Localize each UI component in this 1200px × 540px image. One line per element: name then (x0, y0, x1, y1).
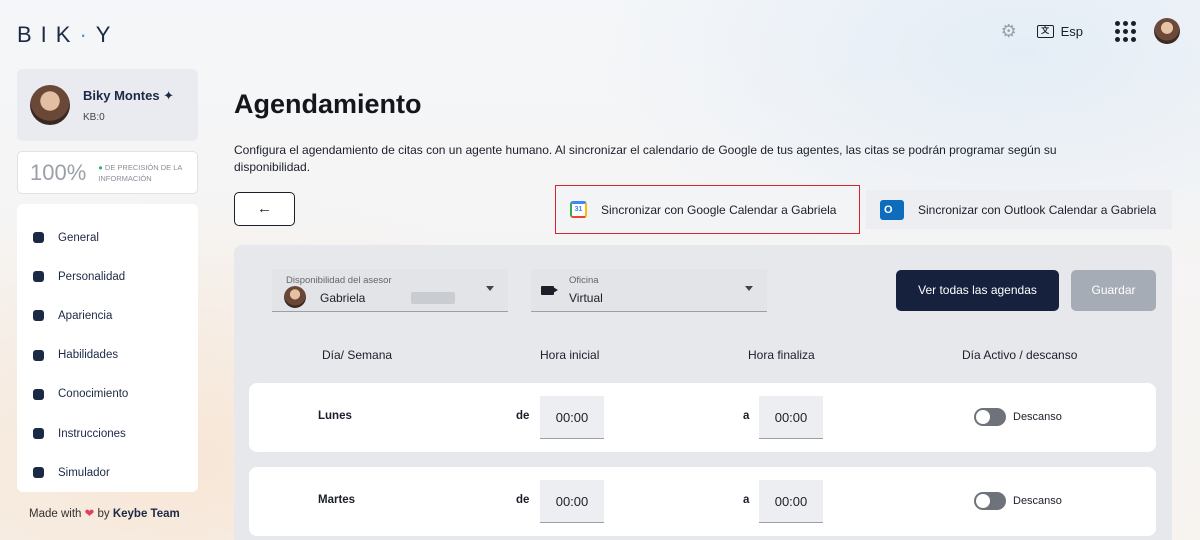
user-avatar[interactable] (1154, 18, 1180, 44)
sidebar-item-conocimiento[interactable]: Conocimiento (17, 375, 198, 414)
schedule-panel: Disponibilidad del asesor Gabriela Ofici… (234, 245, 1172, 540)
outlook-icon: O (880, 199, 904, 220)
sidebar-item-label: General (58, 231, 99, 244)
sidebar-item-label: Instrucciones (58, 427, 126, 440)
sidebar-item-label: Personalidad (58, 270, 126, 283)
team-name: Keybe Team (112, 508, 180, 520)
advisor-select-label: Disponibilidad del asesor (286, 275, 392, 286)
table-row: Lunes de 00:00 a 00:00 Descanso (249, 383, 1156, 452)
office-select-value: Virtual (569, 291, 603, 305)
precision-label: ● DE PRECISIÓN DE LA INFORMACIÓN (98, 162, 183, 183)
sidebar-menu: General Personalidad Apariencia Habilida… (17, 204, 198, 492)
sidebar-item-instrucciones[interactable]: Instrucciones (17, 414, 198, 453)
to-label: a (743, 410, 750, 422)
start-time-input[interactable]: 00:00 (540, 396, 604, 439)
table-row: Martes de 00:00 a 00:00 Descanso (249, 467, 1156, 536)
sidebar-item-general[interactable]: General (17, 218, 198, 257)
header-start: Hora inicial (540, 348, 600, 362)
to-label: a (743, 494, 750, 506)
google-calendar-icon: 31 (570, 201, 587, 218)
end-time-input[interactable]: 00:00 (759, 480, 823, 523)
view-all-agendas-button[interactable]: Ver todas las agendas (896, 270, 1059, 311)
agent-avatar (30, 85, 70, 125)
agent-name: Biky Montes ✦ (83, 87, 175, 103)
advisor-select[interactable]: Disponibilidad del asesor Gabriela (272, 269, 508, 312)
day-name: Martes (318, 494, 356, 506)
back-button[interactable]: ← (234, 192, 295, 226)
blurred-surname (411, 292, 455, 304)
gear-badge-icon (33, 349, 44, 361)
chevron-down-icon (745, 286, 753, 291)
end-time-input[interactable]: 00:00 (759, 396, 823, 439)
page-title: Agendamiento (234, 89, 422, 119)
glasses-icon (33, 310, 44, 322)
sync-outlook-calendar-button[interactable]: O Sincronizar con Outlook Calendar a Gab… (866, 190, 1172, 229)
translate-icon: 文 (1036, 24, 1054, 38)
apps-grid-icon[interactable] (1115, 20, 1136, 42)
language-selector[interactable]: 文 Esp (1036, 23, 1083, 39)
biky-logo[interactable]: BIK·Y (17, 22, 119, 48)
masks-icon (33, 271, 44, 283)
header-end: Hora finaliza (748, 348, 815, 362)
precision-value: 100% (30, 159, 87, 185)
from-label: de (516, 494, 530, 506)
logo-dot: · (79, 22, 96, 47)
settings-gear-icon[interactable]: ⚙ (1001, 22, 1019, 40)
made-with-footer: Made with ❤ by Keybe Team (29, 508, 180, 520)
office-select[interactable]: Oficina Virtual (531, 269, 767, 312)
brain-icon (33, 388, 44, 400)
office-select-label: Oficina (569, 275, 599, 286)
day-name: Lunes (318, 410, 352, 422)
sidebar-item-label: Conocimiento (58, 388, 129, 401)
active-toggle[interactable] (974, 492, 1006, 510)
sync-google-calendar-button[interactable]: 31 Sincronizar con Google Calendar a Gab… (555, 185, 860, 234)
sync-google-label: Sincronizar con Google Calendar a Gabrie… (601, 202, 837, 217)
route-icon (33, 428, 44, 440)
sidebar-item-label: Habilidades (58, 349, 119, 362)
heart-icon: ❤ (84, 508, 95, 520)
precision-card: 100% ● DE PRECISIÓN DE LA INFORMACIÓN (17, 151, 198, 194)
active-toggle[interactable] (974, 408, 1006, 426)
sidebar-item-label: Apariencia (58, 309, 113, 322)
agent-kb: KB:0 (83, 111, 105, 123)
header-day: Día/ Semana (322, 348, 393, 362)
sidebar-item-label: Simulador (58, 466, 110, 479)
agent-profile-card[interactable]: Biky Montes ✦ KB:0 (17, 69, 198, 141)
sidebar-item-habilidades[interactable]: Habilidades (17, 336, 198, 375)
advisor-avatar (284, 286, 306, 308)
precision-dot-icon: ● (98, 162, 105, 172)
video-camera-icon (541, 286, 554, 295)
sidebar-item-apariencia[interactable]: Apariencia (17, 296, 198, 335)
day-status: Descanso (1013, 411, 1062, 423)
logo-text-left: BIK (17, 22, 80, 47)
page-description: Configura el agendamiento de citas con u… (234, 143, 1057, 174)
advisor-select-value: Gabriela (320, 291, 366, 305)
chevron-down-icon (486, 286, 494, 291)
sidebar-item-simulador[interactable]: Simulador (17, 453, 198, 492)
from-label: de (516, 410, 530, 422)
sync-outlook-label: Sincronizar con Outlook Calendar a Gabri… (918, 202, 1157, 217)
day-status: Descanso (1013, 495, 1062, 507)
top-right-toolbar: ⚙ 文 Esp (1001, 18, 1180, 44)
chat-icon (33, 467, 44, 479)
language-label: Esp (1060, 23, 1083, 39)
clipboard-icon (33, 232, 44, 244)
save-button[interactable]: Guardar (1071, 270, 1156, 311)
header-active: Día Activo / descanso (962, 348, 1078, 362)
start-time-input[interactable]: 00:00 (540, 480, 604, 523)
logo-text-right: Y (95, 22, 120, 47)
sidebar-item-personalidad[interactable]: Personalidad (17, 257, 198, 296)
